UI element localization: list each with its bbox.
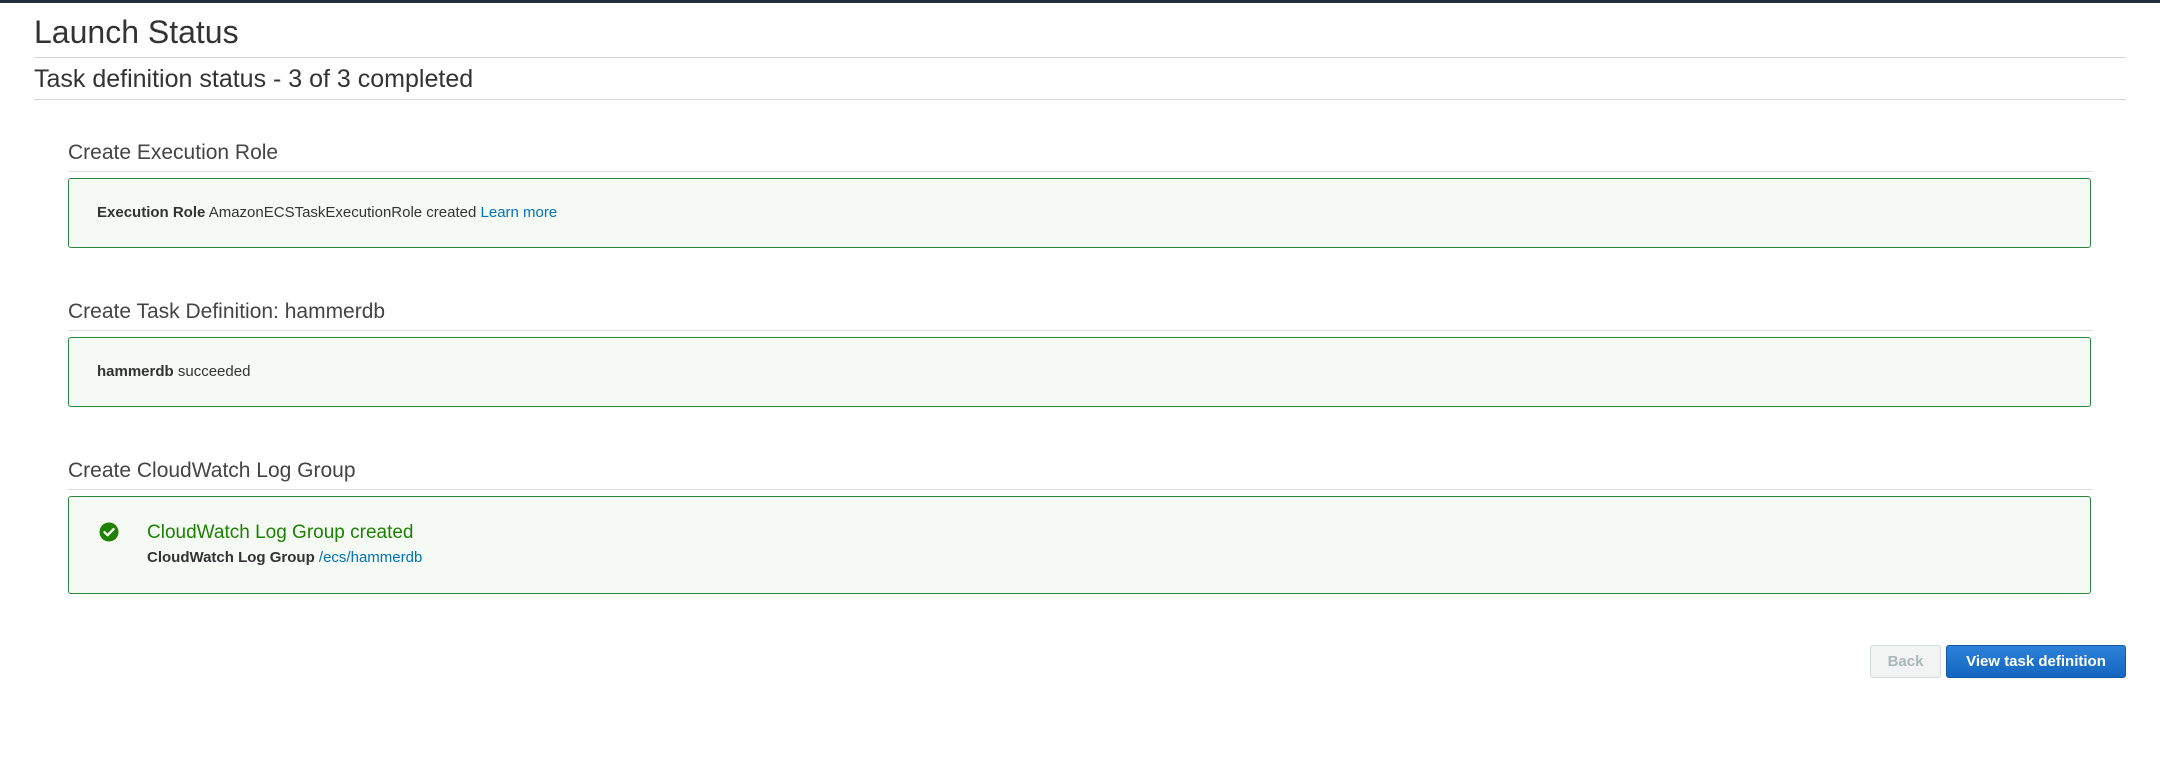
section-title: Create CloudWatch Log Group — [68, 459, 356, 482]
cloudwatch-heading: CloudWatch Log Group created — [147, 522, 414, 543]
task-definition-text: succeeded — [177, 363, 251, 380]
execution-role-message: Execution Role AmazonECSTaskExecutionRol… — [97, 203, 557, 223]
execution-role-label: Execution Role — [97, 204, 206, 221]
check-circle-icon — [99, 522, 119, 542]
title-divider — [34, 57, 2126, 58]
task-definition-message: hammerdb succeeded — [97, 362, 250, 382]
section-divider — [68, 489, 2093, 490]
back-button[interactable]: Back — [1870, 645, 1941, 678]
page-title: Launch Status — [34, 14, 239, 50]
section-title: Create Task Definition: hammerdb — [68, 300, 386, 323]
log-group-link[interactable]: /ecs/hammerdb — [319, 549, 422, 566]
learn-more-link[interactable]: Learn more — [481, 204, 558, 221]
top-border — [0, 0, 2160, 3]
task-definition-status-box: hammerdb succeeded — [68, 337, 2091, 407]
section-title: Create Execution Role — [68, 141, 279, 164]
cloudwatch-label: CloudWatch Log Group — [147, 549, 315, 566]
cloudwatch-status-box: CloudWatch Log Group created CloudWatch … — [68, 496, 2091, 594]
section-divider — [68, 171, 2093, 172]
task-definition-label: hammerdb — [97, 363, 174, 380]
execution-role-status-box: Execution Role AmazonECSTaskExecutionRol… — [68, 178, 2091, 248]
section-divider — [68, 330, 2093, 331]
status-divider — [34, 99, 2126, 100]
view-task-definition-button[interactable]: View task definition — [1946, 645, 2126, 678]
execution-role-text: AmazonECSTaskExecutionRole created — [208, 204, 477, 221]
cloudwatch-detail: CloudWatch Log Group /ecs/hammerdb — [147, 548, 422, 568]
status-title: Task definition status - 3 of 3 complete… — [34, 65, 474, 93]
